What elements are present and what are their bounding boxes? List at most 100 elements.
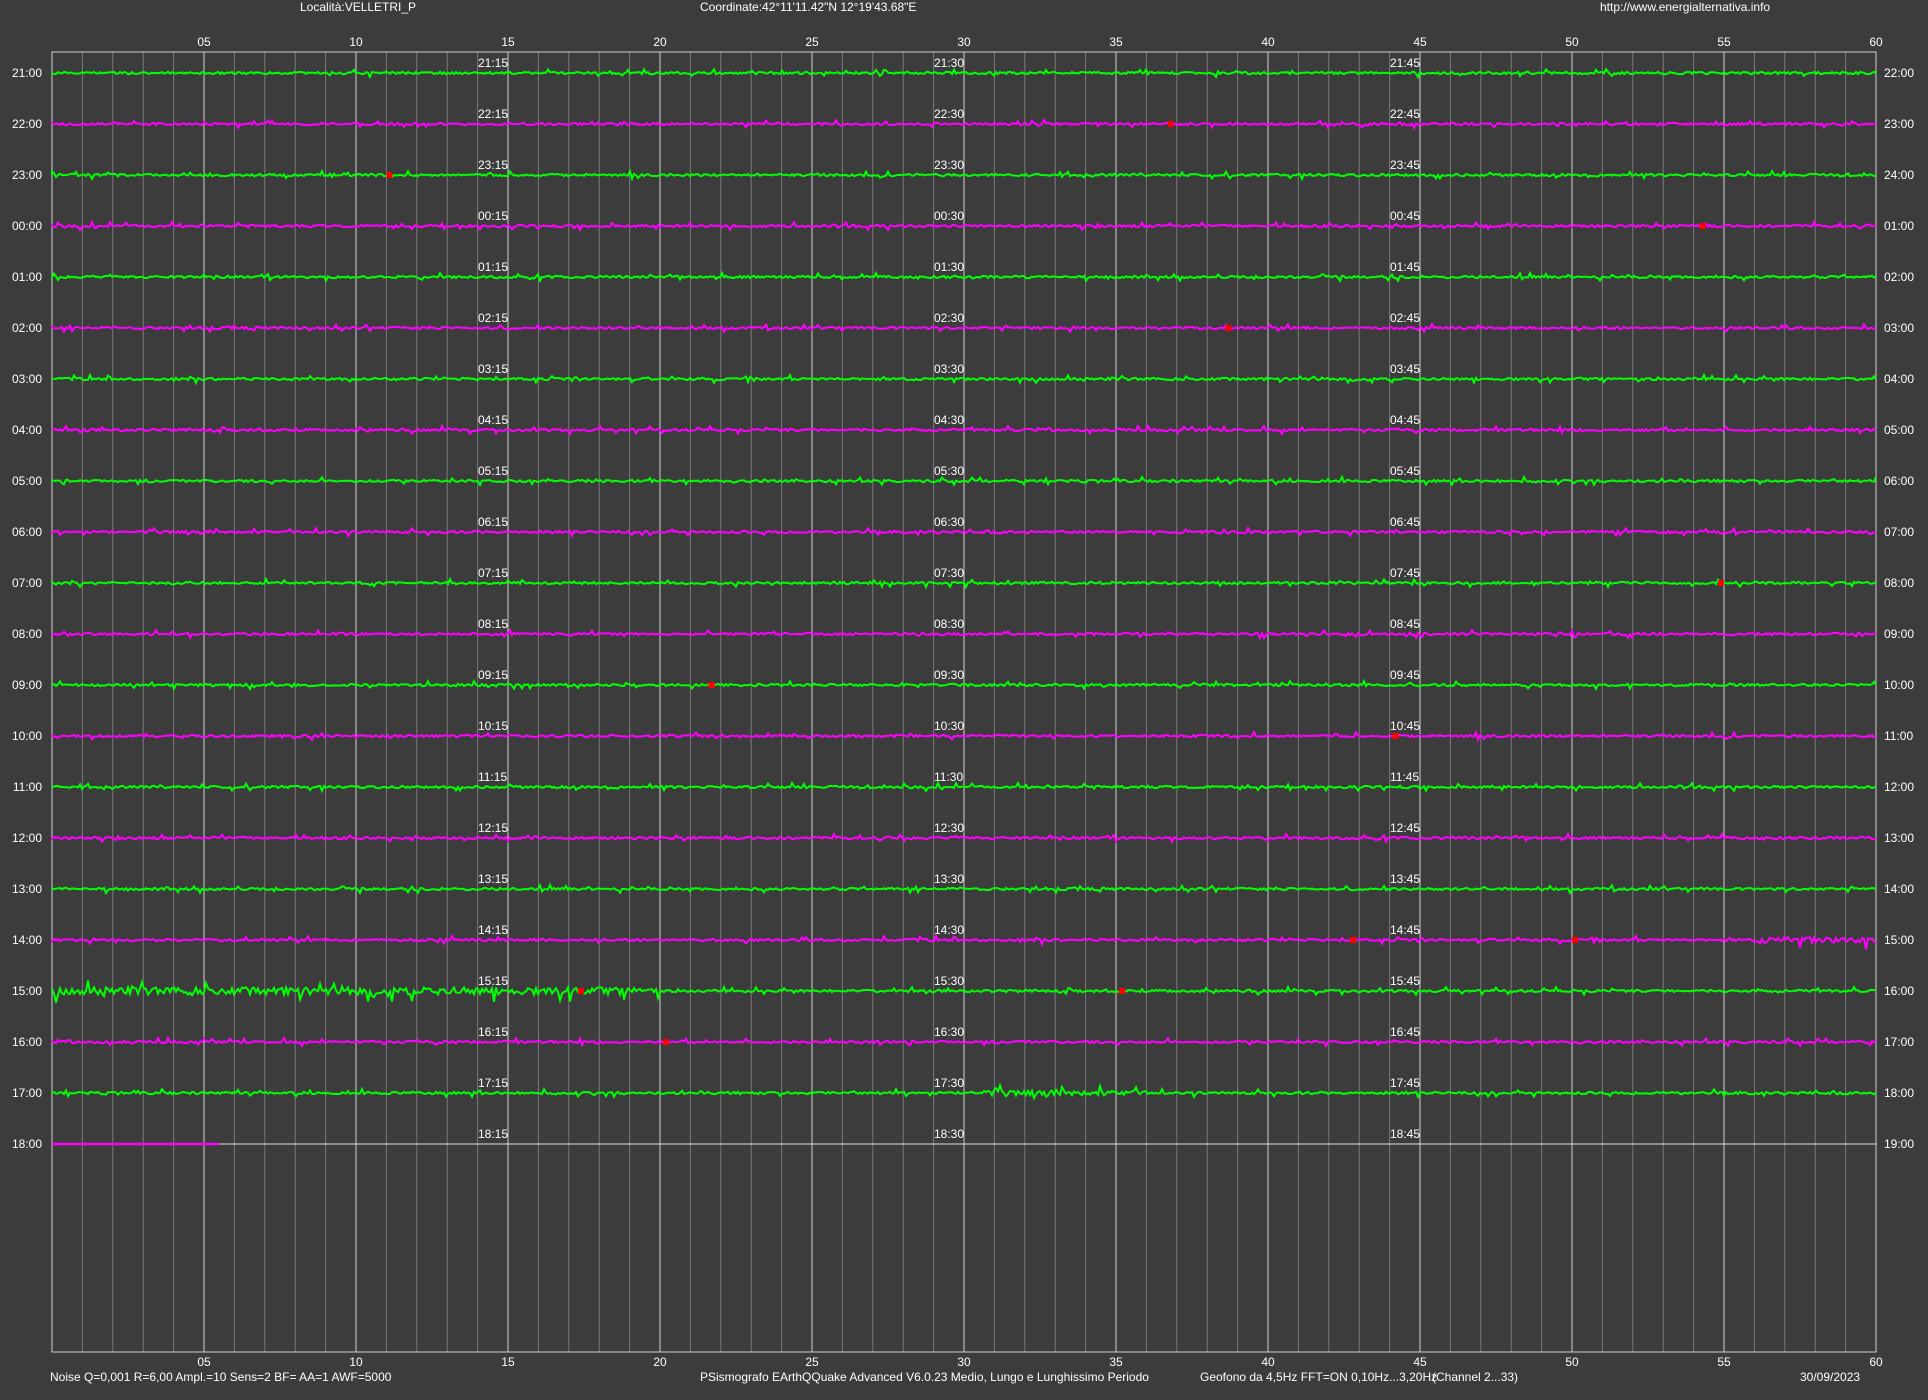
quarter-label-45: 10:45 <box>1390 719 1420 733</box>
row-start-time: 01:00 <box>12 270 42 284</box>
quarter-label-30: 10:30 <box>934 719 964 733</box>
x-tick-label-bottom: 25 <box>805 1355 819 1369</box>
quarter-label-45: 08:45 <box>1390 617 1420 631</box>
quarter-label-45: 17:45 <box>1390 1076 1420 1090</box>
x-tick-label-bottom: 10 <box>349 1355 363 1369</box>
x-tick-label-top: 15 <box>501 35 515 49</box>
x-tick-label-top: 30 <box>957 35 971 49</box>
seismogram-plot: 05 05 10 10 15 15 20 20 25 25 30 30 35 35 40 40 45 45 50 50… <box>12 35 1914 1369</box>
quarter-label-45: 02:45 <box>1390 311 1420 325</box>
row-start-time: 10:00 <box>12 729 42 743</box>
x-tick-label-top: 10 <box>349 35 363 49</box>
row-end-time: 19:00 <box>1884 1137 1914 1151</box>
quarter-label-30: 12:30 <box>934 821 964 835</box>
row-start-time: 15:00 <box>12 984 42 998</box>
row-end-time: 13:00 <box>1884 831 1914 845</box>
event-marker <box>1717 580 1724 586</box>
quarter-label-30: 15:30 <box>934 974 964 988</box>
x-tick-label-top: 60 <box>1869 35 1883 49</box>
x-tick-label-top: 20 <box>653 35 667 49</box>
quarter-label-30: 08:30 <box>934 617 964 631</box>
event-marker <box>577 988 584 994</box>
row-start-time: 08:00 <box>12 627 42 641</box>
event-marker <box>1572 937 1579 943</box>
footer-date: 30/09/2023 <box>1800 1370 1861 1384</box>
row-end-time: 07:00 <box>1884 525 1914 539</box>
x-tick-label-bottom: 05 <box>197 1355 211 1369</box>
quarter-label-45: 07:45 <box>1390 566 1420 580</box>
row-end-time: 01:00 <box>1884 219 1914 233</box>
quarter-label-45: 03:45 <box>1390 362 1420 376</box>
quarter-label-30: 05:30 <box>934 464 964 478</box>
row-start-time: 02:00 <box>12 321 42 335</box>
quarter-label-15: 13:15 <box>478 872 508 886</box>
quarter-label-15: 14:15 <box>478 923 508 937</box>
x-tick-label-top: 25 <box>805 35 819 49</box>
row-start-time: 05:00 <box>12 474 42 488</box>
event-marker <box>386 172 393 178</box>
quarter-label-15: 11:15 <box>478 770 507 784</box>
quarter-label-30: 07:30 <box>934 566 964 580</box>
x-tick-label-bottom: 55 <box>1717 1355 1731 1369</box>
row-start-time: 09:00 <box>12 678 42 692</box>
row-start-time: 12:00 <box>12 831 42 845</box>
footer-software: PSismografo EArthQQuake Advanced V6.0.23… <box>700 1370 1149 1384</box>
row-end-time: 22:00 <box>1884 66 1914 80</box>
row-start-time: 21:00 <box>12 66 42 80</box>
event-marker <box>1225 325 1232 331</box>
quarter-label-30: 18:30 <box>934 1127 964 1141</box>
row-end-time: 02:00 <box>1884 270 1914 284</box>
event-marker <box>708 682 715 688</box>
quarter-label-15: 03:15 <box>478 362 508 376</box>
quarter-label-30: 09:30 <box>934 668 964 682</box>
event-marker <box>1699 223 1706 229</box>
quarter-label-45: 21:45 <box>1390 56 1420 70</box>
event-marker <box>663 1039 670 1045</box>
x-tick-label-bottom: 20 <box>653 1355 667 1369</box>
footer-channel: (Channel 2...33) <box>1432 1370 1519 1384</box>
footer-parameters: Noise Q=0,001 R=6,00 Ampl.=10 Sens=2 BF=… <box>50 1370 392 1384</box>
row-start-time: 11:00 <box>13 780 42 794</box>
quarter-label-30: 13:30 <box>934 872 964 886</box>
quarter-label-45: 22:45 <box>1390 107 1420 121</box>
row-end-time: 16:00 <box>1884 984 1914 998</box>
row-end-time: 17:00 <box>1884 1035 1914 1049</box>
quarter-label-30: 16:30 <box>934 1025 964 1039</box>
event-marker <box>1350 937 1357 943</box>
quarter-label-15: 05:15 <box>478 464 508 478</box>
quarter-label-30: 23:30 <box>934 158 964 172</box>
row-end-time: 14:00 <box>1884 882 1914 896</box>
quarter-label-15: 02:15 <box>478 311 508 325</box>
quarter-label-45: 12:45 <box>1390 821 1420 835</box>
quarter-label-30: 17:30 <box>934 1076 964 1090</box>
x-tick-label-top: 35 <box>1109 35 1123 49</box>
row-end-time: 03:00 <box>1884 321 1914 335</box>
quarter-label-45: 15:45 <box>1390 974 1420 988</box>
row-start-time: 22:00 <box>12 117 42 131</box>
quarter-label-45: 14:45 <box>1390 923 1420 937</box>
event-marker <box>1167 121 1174 127</box>
quarter-label-15: 07:15 <box>478 566 508 580</box>
quarter-label-45: 05:45 <box>1390 464 1420 478</box>
quarter-label-15: 10:15 <box>478 719 508 733</box>
quarter-label-15: 18:15 <box>478 1127 508 1141</box>
quarter-label-30: 21:30 <box>934 56 964 70</box>
row-end-time: 09:00 <box>1884 627 1914 641</box>
event-marker <box>1392 733 1399 739</box>
row-start-time: 16:00 <box>12 1035 42 1049</box>
row-start-time: 06:00 <box>12 525 42 539</box>
row-start-time: 14:00 <box>12 933 42 947</box>
row-end-time: 08:00 <box>1884 576 1914 590</box>
quarter-label-45: 00:45 <box>1390 209 1420 223</box>
event-marker <box>1119 988 1126 994</box>
x-tick-label-bottom: 45 <box>1413 1355 1427 1369</box>
quarter-label-45: 01:45 <box>1390 260 1420 274</box>
quarter-label-30: 01:30 <box>934 260 964 274</box>
row-end-time: 11:00 <box>1884 729 1913 743</box>
footer-sensor: Geofono da 4,5Hz FFT=ON 0,10Hz...3,20Hz <box>1200 1370 1438 1384</box>
quarter-label-45: 09:45 <box>1390 668 1420 682</box>
quarter-label-30: 22:30 <box>934 107 964 121</box>
x-tick-label-top: 45 <box>1413 35 1427 49</box>
quarter-label-45: 04:45 <box>1390 413 1420 427</box>
quarter-label-30: 04:30 <box>934 413 964 427</box>
